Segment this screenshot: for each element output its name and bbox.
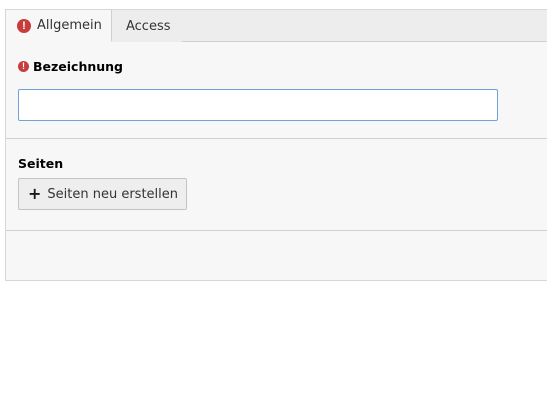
plus-icon: + [28, 184, 42, 203]
create-pages-button-label: Seiten neu erstellen [47, 186, 179, 202]
exclamation-circle-icon: ! [17, 18, 31, 33]
tab-bar: ! Allgemein Access [6, 10, 547, 42]
tab-access-label: Access [126, 18, 171, 34]
bezeichnung-label: ! Bezeichnung [18, 59, 123, 74]
tab-allgemein-label: Allgemein [37, 18, 102, 33]
bezeichnung-label-text: Bezeichnung [33, 59, 123, 74]
tab-allgemein[interactable]: ! Allgemein [6, 10, 112, 42]
footer-divider [6, 230, 547, 231]
form-panel: ! Allgemein Access ! Bezeichnung Seiten … [5, 9, 547, 281]
tab-access[interactable]: Access [112, 10, 182, 42]
section-divider [6, 138, 547, 139]
seiten-label: Seiten [18, 156, 64, 171]
required-exclamation-icon: ! [18, 61, 29, 72]
bezeichnung-input[interactable] [18, 89, 498, 121]
create-pages-button[interactable]: + Seiten neu erstellen [18, 178, 188, 210]
